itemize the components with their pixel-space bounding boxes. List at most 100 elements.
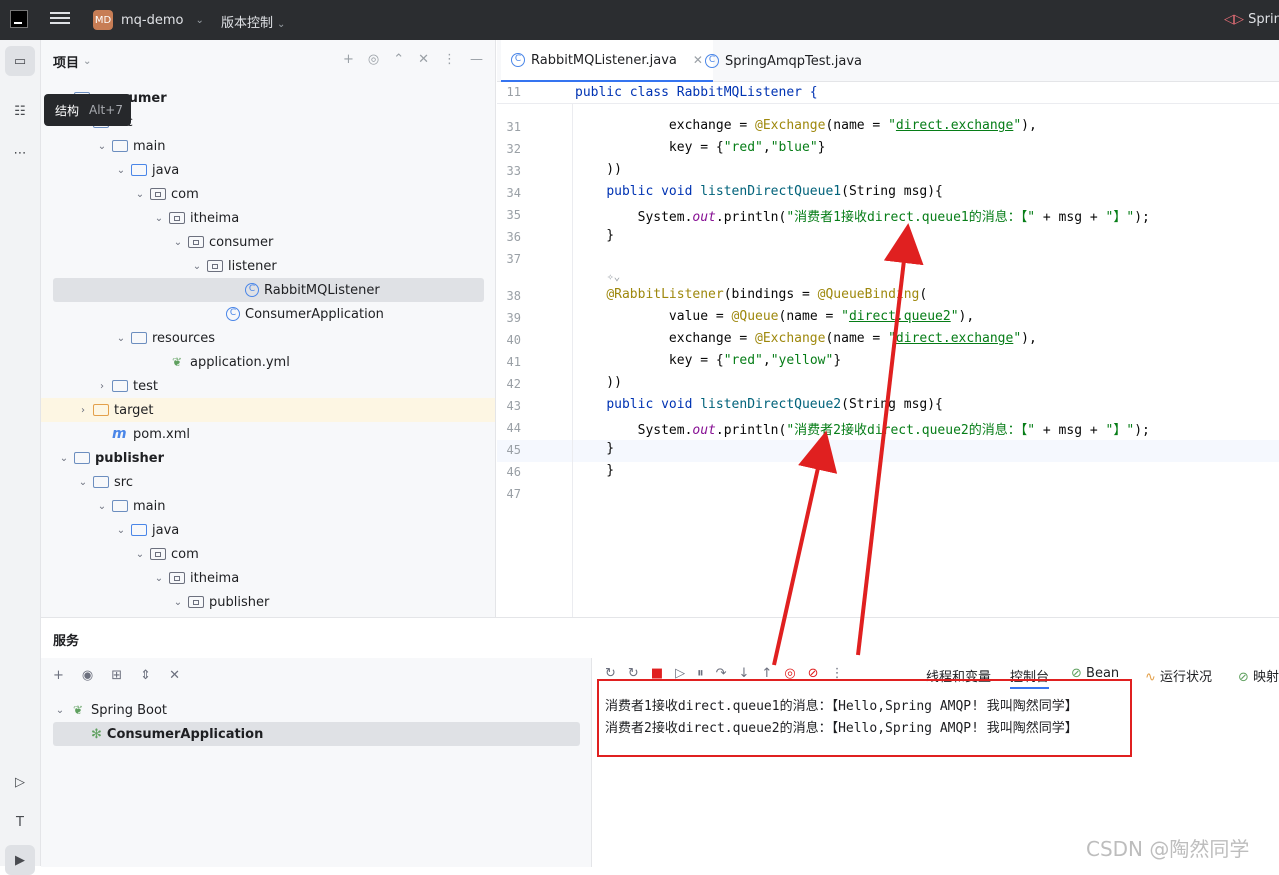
tree-item[interactable]: ⌄ listener	[41, 254, 495, 278]
structure-tool-icon[interactable]: ☷	[5, 96, 35, 126]
tree-item[interactable]: › target	[41, 398, 495, 422]
spring-boot-icon: ❦	[72, 703, 84, 717]
sticky-line: 11 public class RabbitMQListener {	[497, 82, 1279, 104]
code-line[interactable]: public void listenDirectQueue1(String ms…	[575, 184, 943, 199]
chevron-icon[interactable]: ⌄	[171, 597, 185, 608]
code-line[interactable]: System.out.println("消费者1接收direct.queue1的…	[575, 206, 1150, 225]
build-tool-icon[interactable]: T	[5, 807, 35, 837]
code-line[interactable]: ))	[575, 162, 622, 177]
chevron-icon[interactable]: ⌄	[114, 525, 128, 536]
run-config[interactable]: ◁▷ Spring	[1224, 12, 1279, 27]
tree-item[interactable]: ⌄ src	[41, 470, 495, 494]
tree-item[interactable]: C RabbitMQListener	[53, 278, 484, 302]
tree-item[interactable]: ⌄ java	[41, 518, 495, 542]
chevron-icon[interactable]: ›	[95, 381, 109, 392]
expand-icon[interactable]: ⌃	[393, 52, 404, 67]
code-line[interactable]: }	[575, 441, 614, 456]
ai-hint-icon[interactable]: ✧⌄	[607, 270, 620, 283]
chevron-icon[interactable]: ⌄	[152, 573, 166, 584]
code-line[interactable]: exchange = @Exchange(name = "direct.exch…	[575, 331, 1037, 346]
options-icon[interactable]: ⋮	[443, 52, 456, 67]
run-tool-icon[interactable]: ▷	[5, 767, 35, 797]
service-group-springboot[interactable]: ⌄ ❦ Spring Boot	[53, 698, 167, 722]
tree-item[interactable]: m pom.xml	[41, 422, 495, 446]
chevron-icon[interactable]: ⌄	[171, 237, 185, 248]
line-number: 44	[506, 421, 521, 435]
hide-icon[interactable]: —	[470, 52, 483, 67]
tree-item[interactable]: ⌄ com	[41, 542, 495, 566]
chevron-icon[interactable]: ⌄	[95, 141, 109, 152]
chevron-down-icon: ⌄	[55, 704, 65, 716]
project-switcher[interactable]: MD mq-demo ⌄	[93, 10, 204, 30]
expand-icon[interactable]: ⇕	[140, 668, 151, 683]
tree-item[interactable]: ⌄ main	[41, 134, 495, 158]
tab-rabbitmqlistener[interactable]: C RabbitMQListener.java ✕	[501, 40, 713, 82]
line-number: 34	[506, 186, 521, 200]
more-tools-icon[interactable]: ⋯	[5, 138, 35, 168]
tree-item[interactable]: › test	[41, 374, 495, 398]
tree-item[interactable]: C ConsumerApplication	[41, 302, 495, 326]
code-line[interactable]: }	[575, 228, 614, 243]
vcs-menu[interactable]: 版本控制 ⌄	[221, 12, 285, 31]
locate-icon[interactable]: ◎	[368, 52, 379, 67]
tree-item[interactable]: ⌄ publisher	[41, 590, 495, 614]
code-line[interactable]: }	[575, 463, 614, 478]
line-number: 36	[506, 230, 521, 244]
chevron-icon[interactable]: ›	[76, 405, 90, 416]
code-line[interactable]: @RabbitListener(bindings = @QueueBinding…	[575, 287, 927, 302]
code-line[interactable]: public void listenDirectQueue2(String ms…	[575, 397, 943, 412]
code-line[interactable]: System.out.println("消费者2接收direct.queue2的…	[575, 419, 1150, 438]
new-icon[interactable]: ⊞	[111, 668, 122, 683]
main-menu-icon[interactable]	[50, 9, 70, 29]
code-line[interactable]	[575, 485, 606, 500]
tree-item[interactable]: ⌄ resources	[41, 326, 495, 350]
tree-item[interactable]: ⌄ consumer	[41, 230, 495, 254]
tree-item[interactable]: ⌄ java	[41, 158, 495, 182]
chevron-icon[interactable]: ⌄	[114, 333, 128, 344]
chevron-icon[interactable]: ⌄	[190, 261, 204, 272]
tab-mappings[interactable]: ⊘ 映射	[1238, 666, 1279, 685]
code-line[interactable]: exchange = @Exchange(name = "direct.exch…	[575, 118, 1037, 133]
tree-item-label: main	[133, 138, 166, 154]
chevron-icon[interactable]: ⌄	[133, 549, 147, 560]
code-line[interactable]: value = @Queue(name = "direct.queue2"),	[575, 309, 974, 324]
chevron-icon[interactable]: ⌄	[133, 189, 147, 200]
chevron-icon[interactable]: ⌄	[114, 165, 128, 176]
code-line[interactable]: key = {"red","yellow"}	[575, 353, 841, 368]
add-icon[interactable]: +	[53, 668, 64, 683]
tree-item[interactable]: ❦ application.yml	[41, 350, 495, 374]
tree-item[interactable]: ⌄ publisher	[41, 446, 495, 470]
tab-health-label: 运行状况	[1160, 670, 1213, 685]
service-consumerapplication[interactable]: ✻ ConsumerApplication	[53, 722, 580, 746]
code-line[interactable]: key = {"red","blue"}	[575, 140, 826, 155]
chevron-icon[interactable]: ⌄	[152, 213, 166, 224]
project-tool-icon[interactable]: ▭	[5, 46, 35, 76]
annotation-box	[597, 679, 1132, 757]
chevron-icon[interactable]: ⌄	[76, 477, 90, 488]
pkg-icon	[150, 548, 166, 560]
tree-item-label: publisher	[209, 594, 270, 610]
code-editor[interactable]: 31 32 33 34 35 36 37 38 39 40 41 42 43 44 45 46 47 11 pu…	[497, 82, 1279, 617]
editor-tabs: C RabbitMQListener.java ✕ C SpringAmqpTest.…	[497, 40, 1279, 82]
ide-logo-icon[interactable]	[10, 10, 28, 28]
tab-mappings-label: 映射	[1253, 670, 1279, 685]
service-label: ConsumerApplication	[106, 726, 264, 742]
folder-icon	[74, 452, 90, 464]
code-line[interactable]: ))	[575, 375, 622, 390]
code-line[interactable]	[575, 250, 606, 265]
chevron-icon[interactable]: ⌄	[57, 453, 71, 464]
tree-item[interactable]: ⌄ itheima	[41, 566, 495, 590]
tree-item[interactable]: ⌄ main	[41, 494, 495, 518]
tab-springamqptest[interactable]: C SpringAmqpTest.java	[695, 40, 872, 82]
class-icon: C	[705, 54, 719, 68]
line-gutter: 31 32 33 34 35 36 37 38 39 40 41 42 43 44 45 46 47	[497, 82, 573, 617]
collapse-icon[interactable]: ✕	[418, 52, 429, 67]
services-tool-icon[interactable]: ▶	[5, 845, 35, 875]
add-icon[interactable]: +	[343, 52, 354, 67]
tree-item[interactable]: ⌄ com	[41, 182, 495, 206]
chevron-icon[interactable]: ⌄	[95, 501, 109, 512]
tab-health[interactable]: ∿ 运行状况	[1145, 666, 1212, 685]
eye-icon[interactable]: ◉	[82, 668, 93, 683]
collapse-icon[interactable]: ✕	[169, 668, 180, 683]
tree-item[interactable]: ⌄ itheima	[41, 206, 495, 230]
